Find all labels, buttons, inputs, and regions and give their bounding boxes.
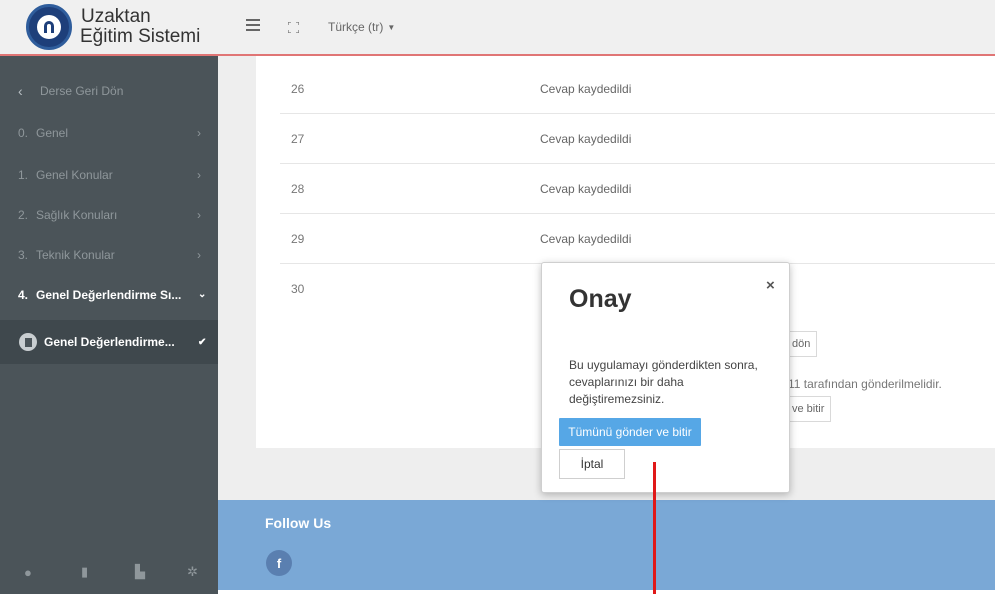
question-status: Cevap kaydedildi [540,232,632,246]
chat-icon[interactable]: ● [24,565,32,580]
cancel-button[interactable]: İptal [559,449,625,479]
settings-gear-icon[interactable]: ✲ [187,564,198,580]
file-icon[interactable]: ▮ [81,564,88,580]
question-status: Cevap kaydedildi [540,182,632,196]
brand-title-line1: Uzaktan [81,6,151,27]
page-footer: Follow Us f [218,500,995,590]
university-logo [26,4,72,50]
dialog-message: Bu uygulamayı gönderdikten sonra, cevapl… [569,358,758,406]
table-row: 28 Cevap kaydedildi [280,164,995,214]
bookmark-icon[interactable]: ▙ [135,564,145,580]
follow-us-title: Follow Us [265,515,332,531]
submission-deadline-text: 11 tarafından gönderilmelidir. [788,377,942,391]
menu-toggle-icon[interactable] [246,19,260,33]
logo-emblem-icon [44,21,54,33]
sidebar-item-section-2[interactable]: 2. Sağlık Konuları › [0,194,218,235]
sidebar-item-section-0[interactable]: 0. Genel › [0,112,218,153]
quiz-icon [19,333,37,351]
question-number: 27 [291,132,305,146]
question-number: 30 [291,282,305,296]
section-label: Teknik Konular [36,247,115,262]
facebook-icon[interactable]: f [266,550,292,576]
sidebar-current-activity[interactable]: Genel Değerlendirme... ✔ [0,320,218,364]
sidebar-back-to-course[interactable]: ‹ Derse Geri Dön [0,70,218,111]
sidebar-back-label: Derse Geri Dön [40,83,124,98]
language-selector[interactable]: Türkçe (tr) ▼ [328,20,395,34]
brand-title-line2: Eğitim Sistemi [80,26,201,47]
table-row: 29 Cevap kaydedildi [280,214,995,264]
section-number: 1. [18,167,29,182]
chevron-right-icon: › [197,167,201,182]
caret-down-icon: ▼ [387,23,396,32]
question-number: 29 [291,232,305,246]
question-number: 28 [291,182,305,196]
dialog-title: Onay [569,285,632,313]
sidebar-item-section-3[interactable]: 3. Teknik Konular › [0,234,218,275]
section-label: Genel [36,125,69,140]
section-number: 3. [18,247,29,262]
confirm-dialog: Onay × Bu uygulamayı gönderdikten sonra,… [541,262,790,493]
question-status: Cevap kaydedildi [540,132,632,146]
chevron-right-icon: › [197,247,201,262]
chevron-left-icon: ‹ [18,82,23,99]
sidebar-item-section-1[interactable]: 1. Genel Konular › [0,154,218,195]
section-number: 2. [18,207,29,222]
chevron-down-icon: ⌄ [198,289,207,300]
section-number: 4. [18,287,29,302]
top-header: Uzaktan Eğitim Sistemi Türkçe (tr) ▼ [0,0,995,56]
check-icon: ✔ [198,336,207,348]
fullscreen-icon[interactable] [288,22,299,33]
question-number: 26 [291,82,305,96]
sidebar-footer-toolbar: ● ▮ ▙ ✲ [0,550,218,594]
section-label: Sağlık Konuları [36,207,118,222]
course-sidebar: ‹ Derse Geri Dön 0. Genel › 1. Genel Kon… [0,56,218,594]
sidebar-item-section-4[interactable]: 4. Genel Değerlendirme Sı... ⌄ [0,274,218,315]
section-label: Genel Değerlendirme Sı... [36,287,182,302]
submit-all-background-button[interactable]: ve bitir [785,396,832,422]
annotation-marker-line [653,462,656,594]
close-icon[interactable]: × [766,277,775,294]
activity-label: Genel Değerlendirme... [44,335,175,349]
chevron-right-icon: › [197,207,201,222]
table-row: 27 Cevap kaydedildi [280,114,995,164]
section-label: Genel Konular [36,167,113,182]
brand[interactable]: Uzaktan Eğitim Sistemi [0,0,218,54]
table-row: 26 Cevap kaydedildi [280,64,995,114]
language-label: Türkçe (tr) [328,20,384,34]
submit-all-and-finish-button[interactable]: Tümünü gönder ve bitir [559,418,701,446]
chevron-right-icon: › [197,125,201,140]
question-status: Cevap kaydedildi [540,82,632,96]
section-number: 0. [18,125,29,140]
